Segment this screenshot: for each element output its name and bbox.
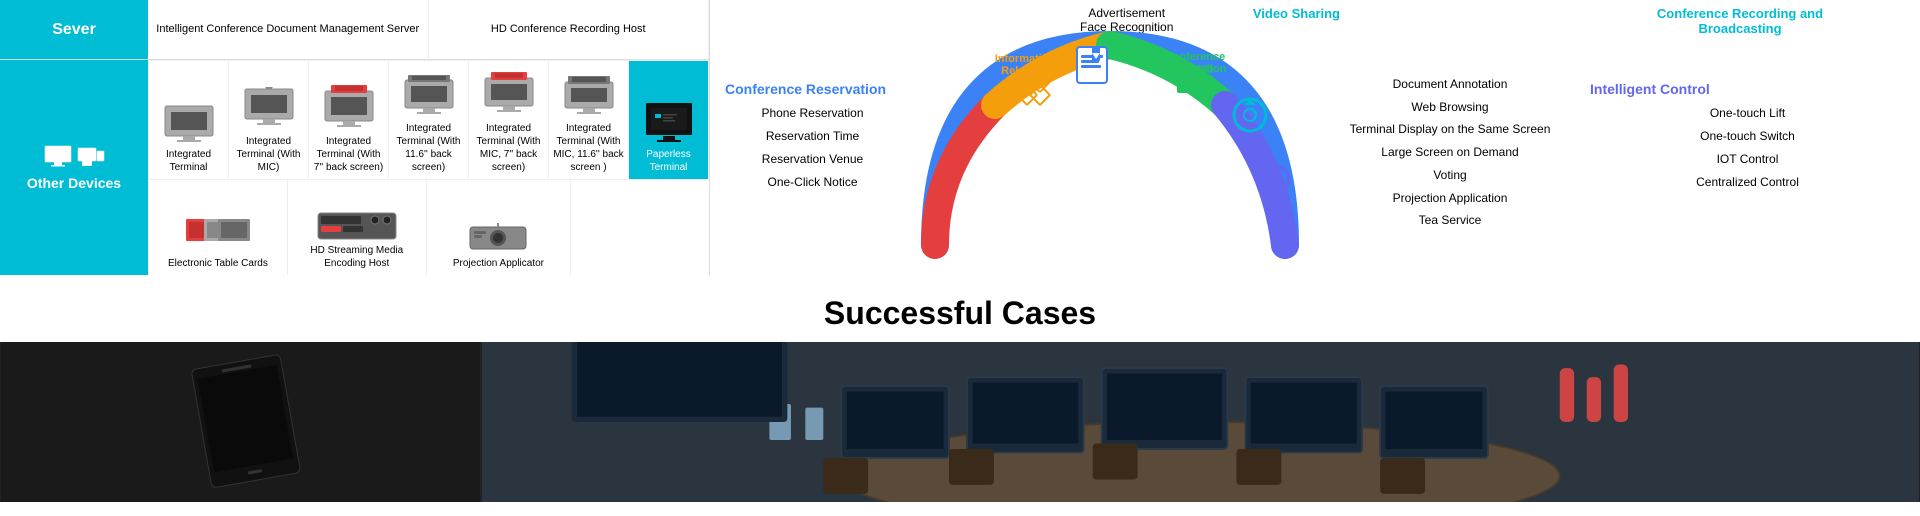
device-terminal-mic: Integrated Terminal (With MIC) xyxy=(229,60,309,179)
server-row: Sever Intelligent Conference Document Ma… xyxy=(0,0,709,60)
conf-reservation-notice: One-Click Notice xyxy=(725,171,900,194)
projection-icon xyxy=(468,221,528,253)
terminal-display: Terminal Display on the Same Screen xyxy=(1350,118,1551,141)
device-paperless-terminal: Paperless Terminal xyxy=(629,60,709,179)
left-devices-panel: Sever Intelligent Conference Document Ma… xyxy=(0,0,710,275)
server-label: Sever xyxy=(0,0,148,59)
svg-text:Conference: Conference xyxy=(1165,51,1226,63)
device-projection: Projection Applicator xyxy=(427,180,571,275)
other-devices-text: Other Devices xyxy=(27,175,121,191)
other-devices-icons xyxy=(44,145,105,167)
intelligent-control-feature: Intelligent Control One-touch Lift One-t… xyxy=(1575,5,1910,270)
svg-text:Reservation: Reservation xyxy=(1164,63,1227,75)
other-devices-label: Other Devices xyxy=(0,60,148,275)
device-table-cards: Electronic Table Cards xyxy=(148,180,288,275)
devices-row-area: Other Devices Integrated Terminal xyxy=(0,60,709,275)
centralized-control: Centralized Control xyxy=(1590,171,1905,194)
case-panel-1 xyxy=(1,342,480,502)
case-panel-2 xyxy=(482,342,1919,502)
terminal-7back-icon xyxy=(323,83,375,131)
device-integrated-terminal: Integrated Terminal xyxy=(148,60,229,179)
device-terminal-mic-11: Integrated Terminal (With MIC, 11.6'' ba… xyxy=(549,60,629,179)
tea-service: Tea Service xyxy=(1419,209,1482,232)
paperless-terminal-icon xyxy=(643,100,695,144)
conf-reservation-feature: Conference Reservation Phone Reservation… xyxy=(720,5,905,270)
server-item-2: HD Conference Recording Host xyxy=(429,0,710,59)
device-terminal-11back: Integrated Terminal (With 11.6'' back sc… xyxy=(389,60,469,179)
svg-text:Releasse: Releasse xyxy=(1001,65,1049,77)
table-cards-icon xyxy=(184,211,252,253)
device-encoding-host: HD Streaming Media Encoding Host xyxy=(288,180,427,275)
terminal-icon xyxy=(163,104,215,144)
terminal-mic-icon xyxy=(243,87,295,131)
web-browsing: Web Browsing xyxy=(1411,96,1488,119)
terminal-11back-icon xyxy=(403,74,455,118)
doc-annotation: Document Annotation xyxy=(1393,73,1508,96)
center-features: Document Annotation Web Browsing Termina… xyxy=(1325,35,1575,270)
device-terminal-mic-7: Integrated Terminal (With MIC, 7'' back … xyxy=(469,60,549,179)
iot-control: IOT Control xyxy=(1590,148,1905,171)
arch-svg: Information Releasse Conference Reservat… xyxy=(905,5,1315,265)
bottom-devices-row: Electronic Table Cards HD Streaming Me xyxy=(148,180,709,275)
top-devices-row: Integrated Terminal Int xyxy=(148,60,709,180)
device-terminal-7back: Integrated Terminal (With 7'' back scree… xyxy=(309,60,389,179)
successful-cases-section: Successful Cases xyxy=(0,275,1920,512)
diagram-right-area: Advertisement Face Recognition Video Sha… xyxy=(710,0,1920,275)
conf-recording-top-label: Conference Recording and Broadcasting xyxy=(1640,6,1840,36)
server-item-1: Intelligent Conference Document Manageme… xyxy=(148,0,429,59)
device-empty-1 xyxy=(571,180,709,275)
case-conf-room-svg xyxy=(482,342,1919,502)
devices-grid: Integrated Terminal Int xyxy=(148,60,709,275)
intelligent-control-title: Intelligent Control xyxy=(1590,81,1905,97)
case-device-svg xyxy=(141,352,341,492)
one-touch-lift: One-touch Lift xyxy=(1590,102,1905,125)
terminal-mic-11-icon xyxy=(563,74,615,118)
svg-text:Information: Information xyxy=(995,53,1056,65)
monitor-icon xyxy=(44,145,72,167)
top-area: Sever Intelligent Conference Document Ma… xyxy=(0,0,1920,275)
conf-reservation-phone: Phone Reservation xyxy=(725,102,900,125)
projection-app: Projection Application xyxy=(1393,187,1508,210)
voting: Voting xyxy=(1433,164,1466,187)
conf-reservation-title: Conference Reservation xyxy=(725,81,900,97)
cases-images-strip xyxy=(0,342,1920,502)
terminal-mic-7-icon xyxy=(483,68,535,118)
successful-cases-title: Successful Cases xyxy=(0,285,1920,342)
conf-reservation-venue: Reservation Venue xyxy=(725,148,900,171)
large-screen: Large Screen on Demand xyxy=(1381,141,1518,164)
conf-reservation-time: Reservation Time xyxy=(725,125,900,148)
encoding-host-icon xyxy=(317,212,397,240)
server-items-area: Intelligent Conference Document Manageme… xyxy=(148,0,709,59)
one-touch-switch: One-touch Switch xyxy=(1590,125,1905,148)
arch-diagram: Information Releasse Conference Reservat… xyxy=(905,5,1325,270)
devices-icon xyxy=(77,145,105,167)
